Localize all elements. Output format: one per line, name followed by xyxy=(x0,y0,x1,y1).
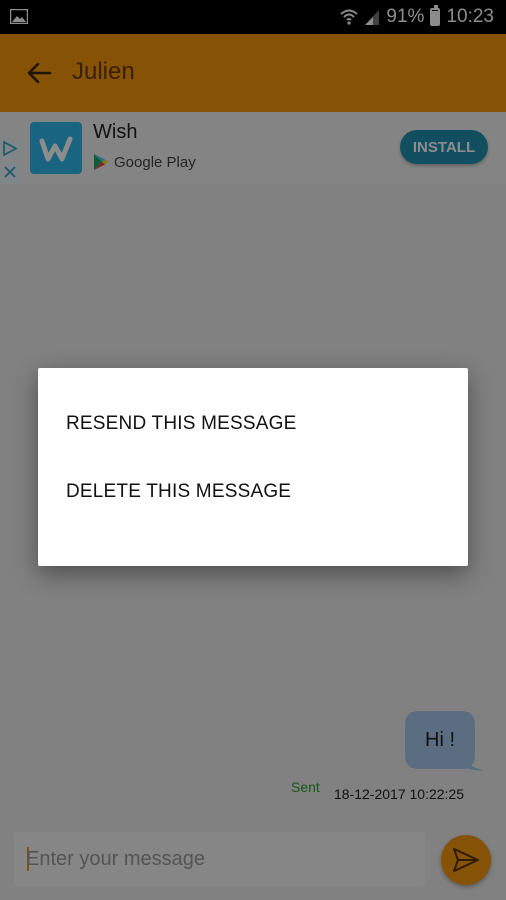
message-options-dialog: RESEND THIS MESSAGE DELETE THIS MESSAGE xyxy=(38,368,468,566)
delete-message-option[interactable]: DELETE THIS MESSAGE xyxy=(66,481,291,503)
resend-message-option[interactable]: RESEND THIS MESSAGE xyxy=(66,413,296,435)
